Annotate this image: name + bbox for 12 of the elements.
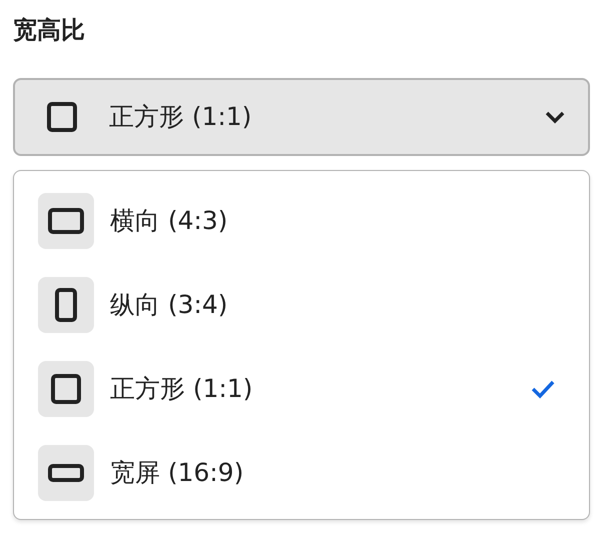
dropdown-option[interactable]: 宽屏 (16:9) bbox=[38, 445, 565, 501]
section-title: 宽高比 bbox=[13, 15, 86, 46]
aspect-ratio-select[interactable]: 正方形 (1:1) bbox=[13, 78, 590, 156]
chevron-down-icon bbox=[544, 110, 566, 124]
square-icon bbox=[47, 102, 77, 132]
square-icon bbox=[51, 374, 81, 404]
dropdown-option[interactable]: 正方形 (1:1) bbox=[38, 361, 565, 417]
dropdown-option[interactable]: 横向 (4:3) bbox=[38, 193, 565, 249]
dropdown-option[interactable]: 纵向 (3:4) bbox=[38, 277, 565, 333]
portrait-rectangle-icon bbox=[55, 288, 77, 322]
wide-rectangle-icon bbox=[48, 464, 84, 482]
landscape-rectangle-icon bbox=[48, 208, 84, 234]
